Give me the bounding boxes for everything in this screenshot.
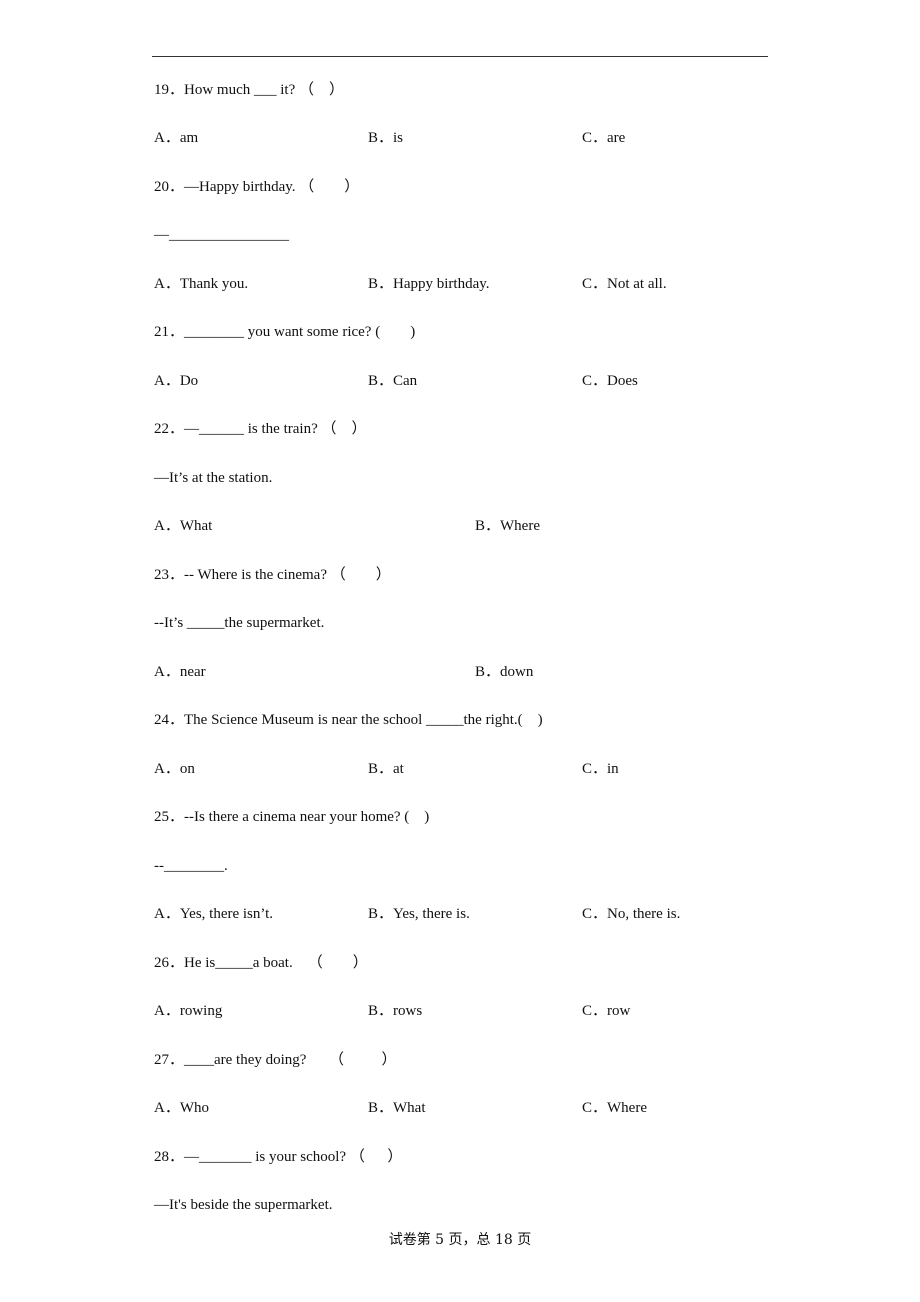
question-19-stem: 19．How much ___ it? （ ） [154,82,344,98]
question-22-stem: 22．—______ is the train? （ ） [154,421,367,437]
question-20-stem: 20．—Happy birthday. （ ） [154,179,360,195]
question-21-option-c: C．Does [582,373,638,389]
question-27-stem: 27．____are they doing? （ ） [154,1052,397,1068]
question-20-option-c: C．Not at all. [582,276,667,292]
question-24-option-b: B．at [368,761,404,777]
question-22-option-a: A．What [154,518,213,534]
question-21-option-a: A．Do [154,373,199,389]
question-23-stem: 23．-- Where is the cinema? （ ） [154,567,391,583]
question-26-stem: 26．He is_____a boat. （ ） [154,955,368,971]
question-20-option-a: A．Thank you. [154,276,249,292]
page-footer: 试卷第 5 页，总 18 页 [388,1232,532,1248]
question-26-option-b: B．rows [368,1003,423,1019]
question-25-stem: 25．--Is there a cinema near your home? (… [154,809,430,825]
question-20-reply: —________________ [154,227,289,243]
question-26-option-a: A．rowing [154,1003,223,1019]
question-23-option-b: B．down [475,664,534,680]
question-27-option-a: A．Who [154,1100,209,1116]
question-22-option-b: B．Where [475,518,540,534]
header-rule [152,56,768,57]
question-19-option-a: A．am [154,130,199,146]
question-24-option-c: C．in [582,761,619,777]
question-26-option-c: C．row [582,1003,631,1019]
question-19-option-c: C．are [582,130,626,146]
question-27-option-b: B．What [368,1100,426,1116]
question-20-option-b: B．Happy birthday. [368,276,490,292]
question-23-option-a: A．near [154,664,206,680]
question-22-reply: —It’s at the station. [154,470,273,486]
question-21-option-b: B．Can [368,373,418,389]
question-25-reply: --________. [154,858,228,874]
question-19-option-b: B．is [368,130,404,146]
question-28-reply: —It's beside the supermarket. [154,1197,333,1213]
question-25-option-b: B．Yes, there is. [368,906,470,922]
question-25-option-c: C．No, there is. [582,906,681,922]
question-23-reply: --It’s _____the supermarket. [154,615,325,631]
question-25-option-a: A．Yes, there isn’t. [154,906,274,922]
question-27-option-c: C．Where [582,1100,647,1116]
question-21-stem: 21．________ you want some rice? ( ) [154,324,416,340]
question-24-option-a: A．on [154,761,195,777]
question-24-stem: 24．The Science Museum is near the school… [154,712,543,728]
question-28-stem: 28．—_______ is your school? （ ） [154,1149,403,1165]
